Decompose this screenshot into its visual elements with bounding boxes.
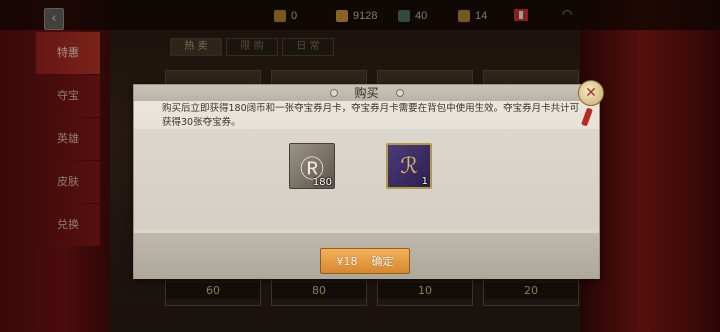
dialog-title: 购买 bbox=[354, 86, 379, 100]
price-label: ¥18 bbox=[336, 254, 358, 268]
reward-count: 180 bbox=[312, 177, 332, 188]
confirm-label: 确定 bbox=[371, 255, 394, 268]
confirm-purchase-button[interactable]: ¥18 确定 bbox=[320, 248, 410, 274]
reward-count: 1 bbox=[421, 176, 428, 187]
title-ornament-icon bbox=[396, 89, 404, 97]
purchase-dialog: 购买 购买后立即获得180阔币和一张夺宝券月卡，夺宝券月卡需要在背包中使用生效。… bbox=[133, 84, 600, 279]
close-icon[interactable]: ✕ bbox=[578, 80, 604, 106]
dialog-body bbox=[134, 129, 599, 229]
dialog-description: 购买后立即获得180阔币和一张夺宝券月卡，夺宝券月卡需要在背包中使用生效。夺宝券… bbox=[162, 103, 580, 128]
reward-item[interactable]: Ⓡ 180 bbox=[289, 143, 335, 189]
reward-item[interactable]: ℛ 1 bbox=[386, 143, 432, 189]
